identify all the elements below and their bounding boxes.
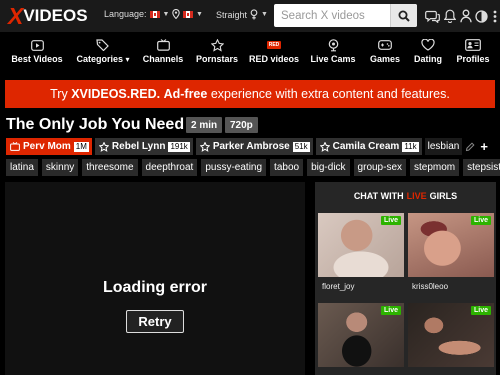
site-logo[interactable]: X VIDEOS (8, 3, 88, 29)
live-badge: Live (470, 216, 491, 225)
keyword-tag[interactable]: deepthroat (141, 159, 198, 176)
cam-tile[interactable]: Live (318, 303, 404, 375)
chevron-down-icon: ▼ (261, 11, 268, 18)
keyword-tag[interactable]: stepsister (463, 159, 500, 176)
model-chip[interactable]: Camila Cream 11k (315, 138, 422, 155)
pencil-icon[interactable] (465, 141, 475, 152)
bell-icon[interactable] (442, 8, 458, 24)
star-icon (210, 38, 224, 52)
language-selector[interactable]: Language: ▼ (104, 9, 169, 19)
quality-badge: 720p (225, 117, 258, 133)
heart-icon (421, 39, 435, 51)
user-icon[interactable] (458, 8, 474, 24)
live-badge: Live (470, 306, 491, 315)
keyword-tag[interactable]: threesome (82, 159, 138, 176)
female-symbol-icon (250, 9, 258, 20)
live-cams-heading[interactable]: CHAT WITH LIVE GIRLS (315, 182, 496, 210)
nav-categories[interactable]: Categories ▾ (72, 32, 134, 70)
duration-badge: 2 min (186, 117, 223, 133)
live-badge: Live (380, 216, 401, 225)
cam-username: floret_joy (322, 282, 355, 291)
nav-channels[interactable]: Channels (140, 32, 186, 70)
cam-tile[interactable]: Live (408, 303, 494, 375)
orientation-selector[interactable]: Straight ▼ (216, 9, 268, 20)
red-promo-banner[interactable]: Try XVIDEOS.RED. Ad-free experience with… (5, 80, 495, 108)
tag-chip[interactable]: lesbian (424, 138, 463, 155)
search-icon (398, 10, 410, 22)
live-cams-panel: CHAT WITH LIVE GIRLS Live floret_joy Live … (315, 182, 496, 375)
retry-button[interactable]: Retry (126, 310, 184, 333)
chevron-down-icon: ▼ (196, 10, 203, 18)
chevron-down-icon: ▼ (162, 10, 170, 18)
star-icon (319, 141, 330, 152)
nav-live-cams[interactable]: Live Cams (309, 32, 357, 70)
keyword-tag[interactable]: big-dick (307, 159, 350, 176)
tv-icon (156, 39, 170, 51)
search-button[interactable] (390, 4, 417, 27)
nav-games[interactable]: Games (366, 32, 404, 70)
cam-username: kriss0leoo (412, 282, 449, 291)
model-chip[interactable]: Rebel Lynn 191k (94, 138, 193, 155)
red-badge-icon: RED (266, 41, 282, 49)
video-title: The Only Job You Need (6, 116, 185, 133)
star-icon (199, 141, 210, 152)
location-selector[interactable]: ▼ (172, 9, 203, 19)
nav-best-videos[interactable]: Best Videos (9, 32, 65, 70)
nav-profiles[interactable]: Profiles (452, 32, 494, 70)
chat-icon[interactable] (424, 8, 440, 24)
search-input[interactable] (274, 4, 389, 27)
tags-icon (96, 39, 109, 51)
cam-tile[interactable]: Live floret_joy (318, 213, 404, 295)
search-box (274, 4, 417, 27)
canada-flag-icon (149, 10, 160, 18)
nav-pornstars[interactable]: Pornstars (194, 32, 240, 70)
add-tag-button[interactable]: + (480, 139, 488, 154)
keyword-tag[interactable]: pussy-eating (201, 159, 267, 176)
chevron-down-icon: ▾ (125, 55, 130, 64)
keyword-tag[interactable]: stepmom (410, 159, 460, 176)
webcam-icon (328, 38, 338, 51)
nav-dating[interactable]: Dating (410, 32, 446, 70)
top-bar: X VIDEOS Language: ▼ ▼ Straight ▼ (0, 0, 500, 32)
model-row: Perv Mom 1M Rebel Lynn 191k Parker Ambro… (6, 138, 488, 155)
keyword-tag[interactable]: group-sex (353, 159, 407, 176)
cam-tile[interactable]: Live kriss0leoo (408, 213, 494, 295)
keyword-tag[interactable]: taboo (270, 159, 304, 176)
menu-icon[interactable] (487, 8, 500, 24)
loading-error-text: Loading error (102, 279, 207, 296)
location-pin-icon (172, 9, 180, 19)
keyword-tag[interactable]: skinny (41, 159, 79, 176)
model-chip[interactable]: Parker Ambrose 51k (195, 138, 313, 155)
live-badge: Live (380, 306, 401, 315)
canada-flag-icon (183, 10, 193, 18)
gamepad-icon (378, 40, 392, 50)
tv-icon (10, 142, 20, 151)
play-square-icon (30, 39, 44, 51)
nav-red-videos[interactable]: RED RED videos (248, 32, 300, 70)
channel-chip[interactable]: Perv Mom 1M (6, 138, 92, 155)
video-player[interactable]: Loading error Retry (5, 182, 305, 375)
main-nav: Best Videos Categories ▾ Channels Pornst… (0, 32, 500, 70)
profile-icon (465, 39, 481, 51)
star-icon (98, 141, 109, 152)
keyword-row: latina skinny threesome deepthroat pussy… (6, 159, 500, 176)
keyword-tag[interactable]: latina (6, 159, 38, 176)
